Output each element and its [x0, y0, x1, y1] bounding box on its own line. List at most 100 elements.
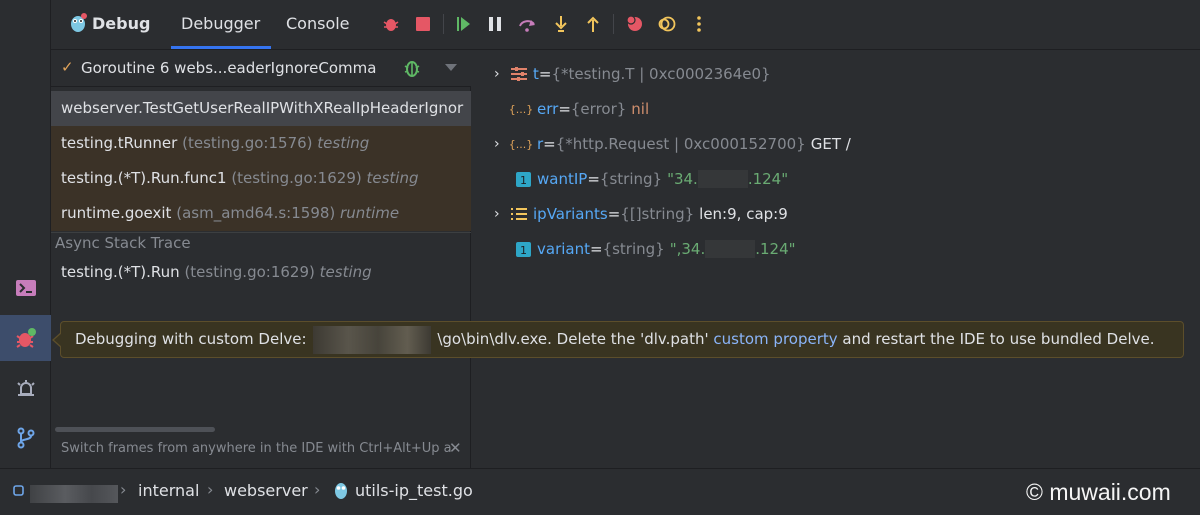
redacted-path	[30, 485, 118, 503]
variable-row[interactable]: › ipVariants = {[]string} len:9, cap:9	[494, 201, 788, 227]
close-icon[interactable]: ✕	[449, 439, 462, 457]
svg-text:1: 1	[520, 244, 527, 257]
toolbar-separator	[613, 14, 614, 34]
variable-type: {string}	[602, 240, 665, 258]
frame-function: testing.(*T).Run	[61, 263, 180, 281]
project-square-icon	[13, 485, 24, 496]
async-stack-trace-label: Async Stack Trace	[55, 234, 191, 252]
variable-name: wantIP	[537, 170, 588, 188]
variable-name: err	[537, 100, 559, 118]
variable-row[interactable]: 1 variant = {string} ",34. .124"	[514, 236, 796, 262]
breadcrumb-item[interactable]: utils-ip_test.go	[355, 481, 473, 500]
variable-type: {[]string}	[620, 205, 695, 223]
frame-package: testing	[319, 263, 372, 281]
variable-type: {*http.Request | 0xc000152700}	[555, 135, 806, 153]
rerun-button[interactable]	[379, 12, 403, 36]
debug-title-label: Debug	[92, 13, 151, 33]
tooltip-arrow-fill	[54, 333, 62, 347]
step-over-button[interactable]	[516, 12, 540, 36]
breadcrumb-item[interactable]: internal	[138, 481, 199, 500]
variable-name: ipVariants	[533, 205, 608, 223]
interface-icon: {...}	[508, 102, 534, 116]
pause-icon	[489, 17, 501, 31]
resume-button[interactable]	[452, 12, 476, 36]
tab-debugger[interactable]: Debugger	[181, 14, 260, 33]
delve-warning-tooltip: Debugging with custom Delve: \go\bin\dlv…	[60, 321, 1184, 358]
stack-frame[interactable]: webserver.TestGetUserRealIPWithXRealIpHe…	[51, 91, 471, 126]
frame-location: (testing.go:1576)	[182, 134, 313, 152]
frame-function: testing.tRunner	[61, 134, 178, 152]
step-over-icon	[519, 20, 535, 32]
frame-location: (testing.go:1629)	[231, 169, 362, 187]
debug-title: Debug	[69, 13, 150, 33]
goroutine-selector[interactable]: ✓ Goroutine 6 webs...eaderIgnoreComma	[51, 50, 471, 87]
debug-toolbar-header: Debug Debugger Console	[51, 0, 1200, 50]
active-tab-indicator	[171, 46, 271, 49]
stack-frame[interactable]: testing.(*T).Run (testing.go:1629) testi…	[51, 255, 471, 290]
chevron-right-icon: ›	[120, 480, 127, 499]
interface-icon: {...}	[508, 137, 534, 151]
branch-icon	[17, 427, 34, 449]
variable-row[interactable]: › t = {*testing.T | 0xc0002364e0}	[494, 61, 771, 87]
frame-location: (asm_amd64.s:1598)	[176, 204, 336, 222]
view-breakpoints-button[interactable]	[623, 12, 647, 36]
primitive-icon: 1	[514, 170, 532, 188]
primitive-icon: 1	[514, 240, 532, 258]
stop-button[interactable]	[411, 12, 435, 36]
variable-type: {error}	[570, 100, 627, 118]
variable-equals: =	[538, 65, 552, 83]
goroutine-bug-icon	[404, 61, 420, 77]
variable-row[interactable]: › {...} r = {*http.Request | 0xc00015270…	[494, 131, 851, 157]
debug-tool-button[interactable]	[0, 315, 51, 361]
variable-value-suffix: .124"	[755, 240, 796, 258]
resume-icon	[457, 17, 470, 31]
git-tool-button[interactable]	[0, 415, 51, 461]
frame-package: testing	[366, 169, 419, 187]
variable-value: GET /	[810, 135, 851, 153]
step-into-icon	[555, 16, 567, 32]
horizontal-scrollbar[interactable]	[55, 427, 215, 432]
stack-frame[interactable]: testing.(*T).Run.func1 (testing.go:1629)…	[51, 161, 471, 196]
stack-frame[interactable]: runtime.goexit (asm_amd64.s:1598) runtim…	[51, 196, 471, 231]
variable-value: nil	[631, 100, 650, 118]
chevron-right-icon[interactable]: ›	[494, 206, 510, 222]
frame-function: testing.(*T).Run.func1	[61, 169, 227, 187]
chevron-right-icon[interactable]: ›	[494, 136, 510, 152]
array-icon	[510, 205, 528, 223]
stack-frame[interactable]: testing.tRunner (testing.go:1576) testin…	[51, 126, 471, 161]
more-options-button[interactable]	[687, 12, 711, 36]
variable-equals: =	[587, 170, 600, 188]
mute-breakpoints-button[interactable]	[655, 12, 679, 36]
variable-value-suffix: .124"	[747, 170, 789, 188]
custom-property-link[interactable]: custom property	[713, 330, 837, 348]
frame-package: testing	[317, 134, 370, 152]
step-out-button[interactable]	[581, 12, 605, 36]
tab-console[interactable]: Console	[286, 14, 350, 33]
watermark: © muwaii.com	[1026, 479, 1171, 505]
variable-row[interactable]: 1 wantIP = {string} "34. .124"	[514, 166, 788, 192]
frame-package: runtime	[340, 204, 400, 222]
variable-equals: =	[543, 135, 556, 153]
check-icon: ✓	[61, 58, 74, 76]
variable-equals: =	[607, 205, 621, 223]
redacted-text	[705, 240, 756, 258]
variables-panel: › t = {*testing.T | 0xc0002364e0} {...} …	[472, 50, 1200, 468]
step-into-button[interactable]	[549, 12, 573, 36]
variable-row[interactable]: {...} err = {error} nil	[508, 96, 650, 122]
toolbar-separator	[443, 14, 444, 34]
chevron-down-icon[interactable]	[445, 64, 457, 71]
pause-button[interactable]	[483, 12, 507, 36]
chevron-right-icon[interactable]: ›	[494, 66, 510, 82]
terminal-tool-button[interactable]	[0, 265, 51, 311]
tooltip-suffix: and restart the IDE to use bundled Delve…	[842, 330, 1155, 348]
bug-rerun-icon	[383, 19, 399, 31]
services-tool-button[interactable]	[0, 366, 51, 412]
variable-value: len:9, cap:9	[699, 205, 788, 223]
variable-equals: =	[558, 100, 571, 118]
status-bar: › internal › webserver › utils-ip_test.g…	[0, 468, 1200, 515]
breadcrumb-item[interactable]: webserver	[224, 481, 308, 500]
frames-panel: ✓ Goroutine 6 webs...eaderIgnoreComma we…	[51, 50, 471, 468]
alarm-icon	[16, 380, 35, 396]
tooltip-prefix: Debugging with custom Delve:	[75, 330, 307, 348]
variable-type: {*testing.T | 0xc0002364e0}	[551, 65, 771, 83]
